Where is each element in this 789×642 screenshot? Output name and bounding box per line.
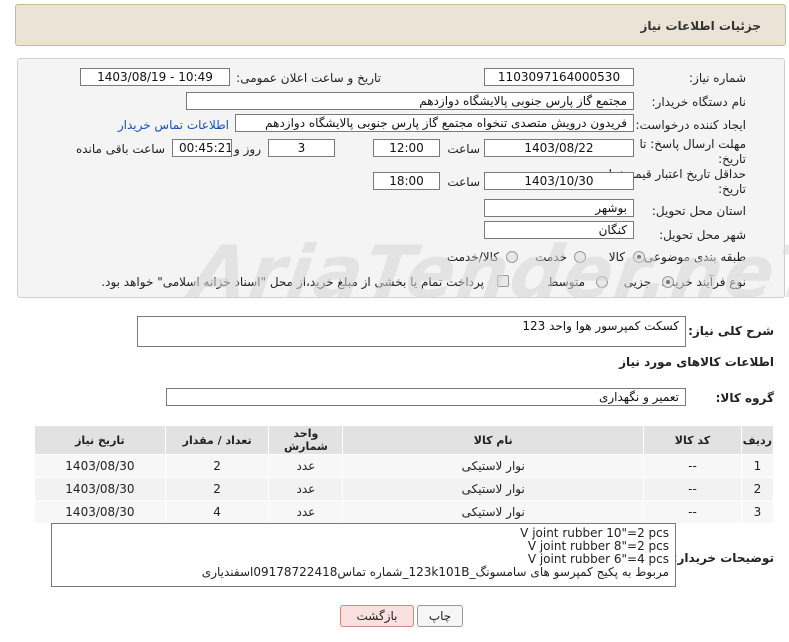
- deadline-label: مهلت ارسال پاسخ: تا تاریخ:: [639, 137, 746, 166]
- col-need-date: تاریخ نیاز: [34, 425, 166, 455]
- goods-table: ردیف کد کالا نام کالا واحد شمارش تعداد /…: [34, 425, 775, 524]
- cell-quantity: 2: [164, 454, 270, 478]
- col-unit: واحد شمارش: [268, 425, 344, 455]
- remaining-time-field: 00:45:21: [172, 139, 232, 157]
- price-validity-time-label: ساعت: [447, 175, 480, 189]
- cell-item-code: --: [643, 454, 742, 478]
- need-summary-field: کسکت کمپرسور هوا واحد 123: [137, 316, 686, 347]
- table-row: 3 -- نوار لاستیکی عدد 4 1403/08/30: [34, 500, 775, 524]
- cell-item-code: --: [643, 477, 742, 501]
- treasury-payment-checkbox[interactable]: [497, 275, 509, 287]
- price-validity-date-field: 1403/10/30: [484, 172, 634, 190]
- need-number-label: شماره نیاز:: [689, 71, 746, 85]
- buyer-note-line: مربوط به پکیج کمپرسو های سامسونگ_123k101…: [201, 565, 669, 579]
- requester-label: ایجاد کننده درخواست:: [635, 118, 746, 132]
- cell-need-date: 1403/08/30: [34, 477, 166, 501]
- table-row: 2 -- نوار لاستیکی عدد 2 1403/08/30: [34, 477, 775, 501]
- cell-item-name: نوار لاستیکی: [342, 454, 645, 478]
- buyer-notes-label: توضیحات خریدار:: [672, 551, 774, 565]
- category-goods-label: کالا: [608, 250, 625, 264]
- announce-date-field: 1403/08/19 - 10:49: [80, 68, 230, 86]
- buyer-notes-field: V joint rubber 10"=2 pcs V joint rubber …: [51, 523, 676, 587]
- treasury-payment-note: پرداخت تمام یا بخشی از مبلغ خرید،از محل …: [101, 275, 484, 289]
- buyer-org-label: نام دستگاه خریدار:: [651, 95, 747, 109]
- deadline-time-label: ساعت: [447, 142, 480, 156]
- cell-quantity: 4: [164, 500, 270, 524]
- days-label: روز و: [234, 142, 261, 156]
- process-medium-label: متوسط: [547, 275, 585, 289]
- cell-unit: عدد: [268, 454, 344, 478]
- buyer-org-field: مجتمع گاز پارس جنوبی پالایشگاه دوازدهم: [186, 92, 634, 110]
- col-item-code: کد کالا: [643, 425, 742, 455]
- cell-need-date: 1403/08/30: [34, 500, 166, 524]
- province-label: استان محل تحویل:: [651, 204, 746, 218]
- city-field: کنگان: [484, 221, 634, 239]
- city-label: شهر محل تحویل:: [659, 228, 746, 242]
- cell-item-name: نوار لاستیکی: [342, 500, 645, 524]
- col-row-number: ردیف: [740, 425, 775, 455]
- province-field: بوشهر: [484, 199, 634, 217]
- back-button[interactable]: بازگشت: [340, 605, 414, 627]
- category-goods-radio[interactable]: [633, 251, 645, 263]
- cell-row-number: 1: [740, 454, 775, 478]
- page-title: جزئیات اطلاعات نیاز: [640, 19, 761, 33]
- remaining-time-label: ساعت باقی مانده: [75, 142, 165, 156]
- col-item-name: نام کالا: [342, 425, 645, 455]
- cell-row-number: 3: [740, 500, 775, 524]
- cell-item-name: نوار لاستیکی: [342, 477, 645, 501]
- col-quantity: تعداد / مقدار: [164, 425, 270, 455]
- category-goods-service-radio[interactable]: [506, 251, 518, 263]
- category-goods-service-label: کالا/خدمت: [446, 250, 499, 264]
- category-service-radio[interactable]: [574, 251, 586, 263]
- process-minor-label: جزیی: [623, 275, 651, 289]
- process-medium-radio[interactable]: [596, 276, 608, 288]
- price-validity-time-field: 18:00: [373, 172, 440, 190]
- deadline-date-field: 1403/08/22: [484, 139, 634, 157]
- table-header-row: ردیف کد کالا نام کالا واحد شمارش تعداد /…: [34, 425, 775, 455]
- cell-unit: عدد: [268, 477, 344, 501]
- deadline-time-field: 12:00: [373, 139, 440, 157]
- process-minor-radio[interactable]: [662, 276, 674, 288]
- need-number-field: 1103097164000530: [484, 68, 634, 86]
- category-label: طبقه بندی موضوعی:: [639, 250, 746, 264]
- need-summary-label: شرح کلی نیاز:: [688, 324, 774, 338]
- announce-date-label: تاریخ و ساعت اعلان عمومی:: [236, 71, 381, 85]
- cell-item-code: --: [643, 500, 742, 524]
- print-button[interactable]: چاپ: [417, 605, 463, 627]
- table-row: 1 -- نوار لاستیکی عدد 2 1403/08/30: [34, 454, 775, 478]
- category-service-label: خدمت: [535, 250, 567, 264]
- page-header: جزئیات اطلاعات نیاز: [15, 4, 786, 46]
- cell-unit: عدد: [268, 500, 344, 524]
- goods-group-label: گروه کالا:: [715, 391, 774, 405]
- buyer-contact-link[interactable]: اطلاعات تماس خریدار: [118, 118, 229, 132]
- goods-section-title: اطلاعات کالاهای مورد نیاز: [619, 355, 774, 369]
- days-count-field: 3: [268, 139, 335, 157]
- goods-group-field: تعمیر و نگهداری: [166, 388, 686, 406]
- cell-row-number: 2: [740, 477, 775, 501]
- cell-quantity: 2: [164, 477, 270, 501]
- cell-need-date: 1403/08/30: [34, 454, 166, 478]
- requester-field: فریدون درویش متصدی تنخواه مجتمع گاز پارس…: [235, 114, 634, 132]
